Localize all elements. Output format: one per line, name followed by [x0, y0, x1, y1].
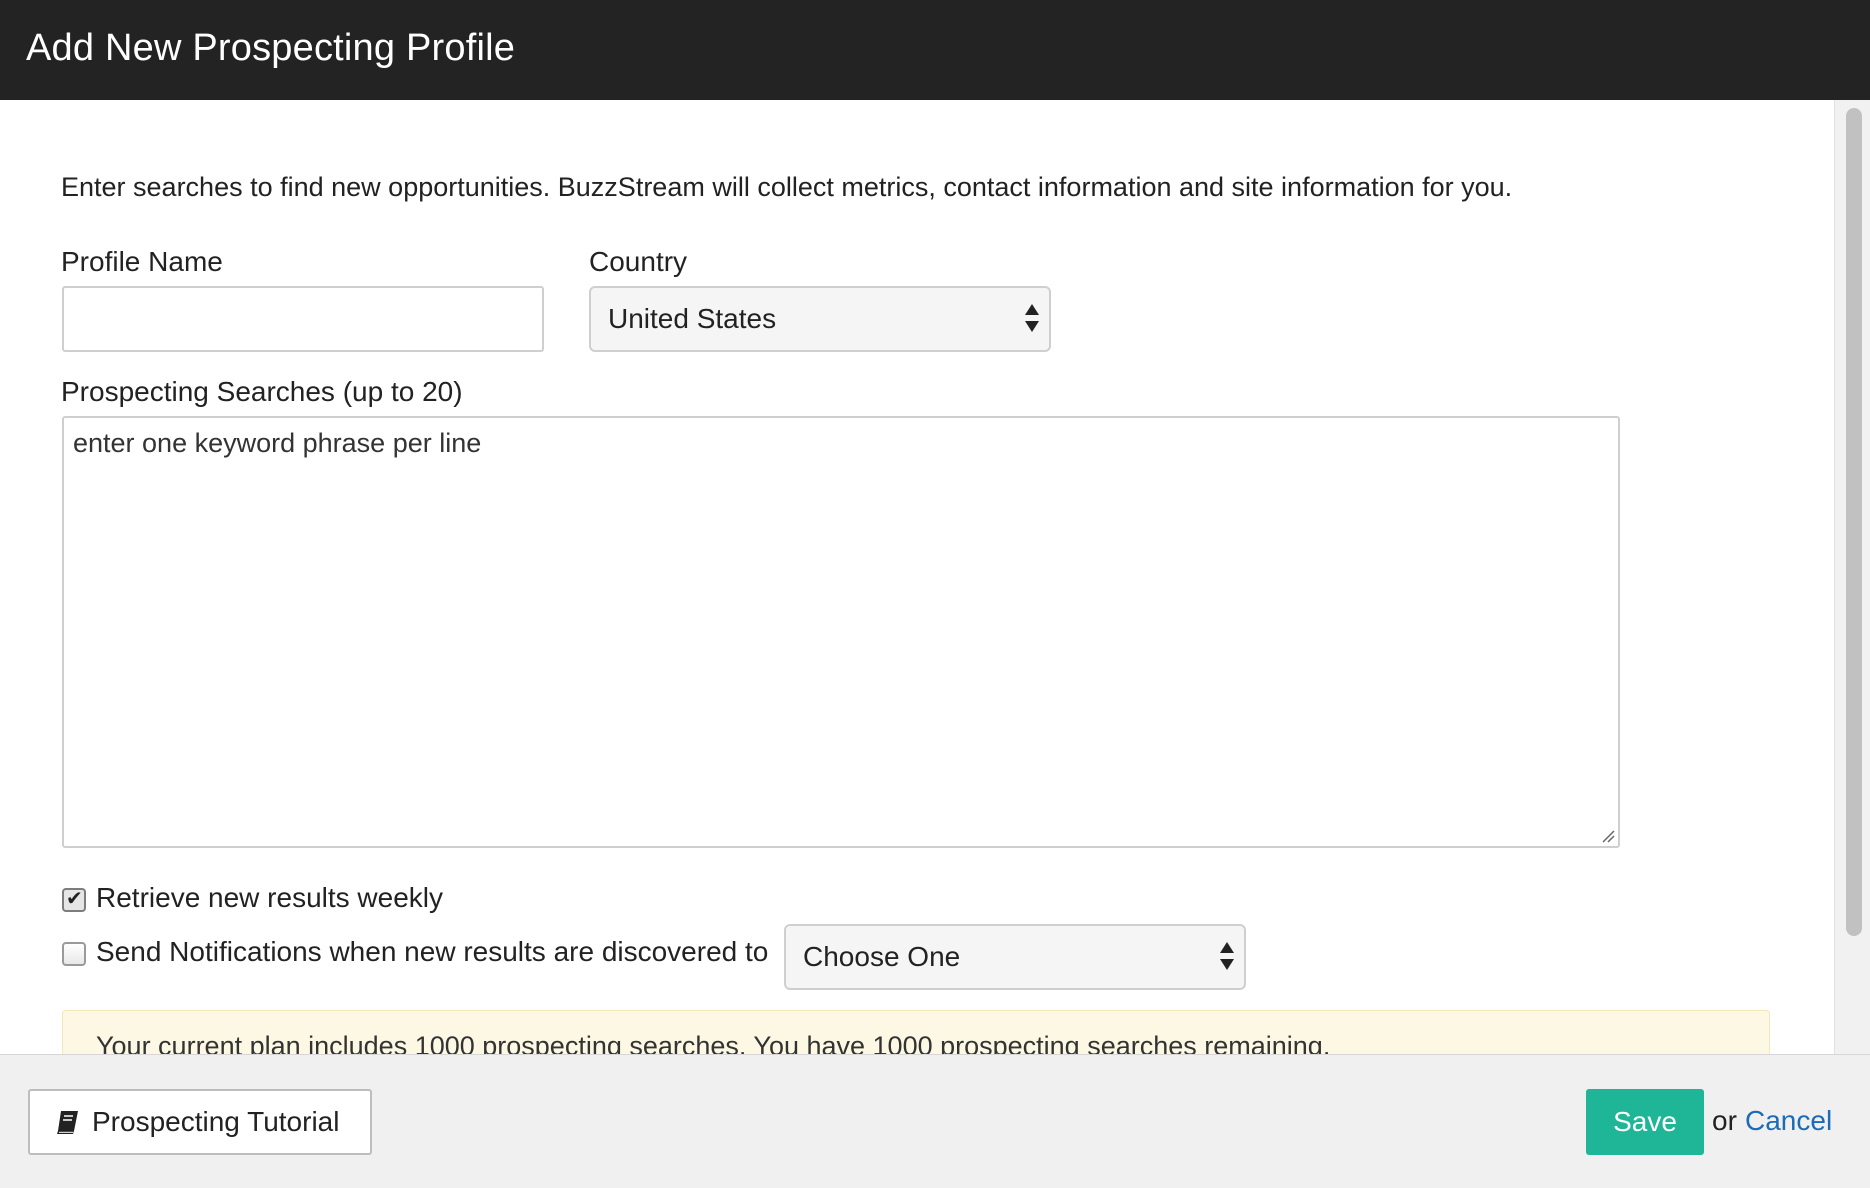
book-icon: [57, 1111, 78, 1134]
modal-body: Enter searches to find new opportunities…: [0, 100, 1834, 1054]
searches-textarea[interactable]: enter one keyword phrase per line: [62, 416, 1620, 848]
weekly-checkbox[interactable]: ✔: [62, 888, 86, 912]
cancel-link[interactable]: Cancel: [1745, 1089, 1832, 1153]
plan-notice-text: Your current plan includes 1000 prospect…: [96, 1031, 1331, 1054]
modal-title: Add New Prospecting Profile: [26, 27, 516, 69]
save-button[interactable]: Save: [1586, 1089, 1704, 1155]
country-label: Country: [589, 246, 688, 277]
searches-label: Prospecting Searches (up to 20): [61, 376, 463, 407]
notifications-label: Send Notifications when new results are …: [96, 936, 769, 967]
prospecting-tutorial-button[interactable]: Prospecting Tutorial: [28, 1089, 372, 1155]
modal-footer: Prospecting Tutorial Save or Cancel: [0, 1054, 1870, 1188]
resize-grip-icon[interactable]: [1599, 827, 1615, 843]
checkmark-icon: ✔: [66, 888, 83, 910]
weekly-label: Retrieve new results weekly: [96, 882, 444, 913]
country-select-value: United States: [608, 303, 777, 334]
plan-notice: Your current plan includes 1000 prospect…: [62, 1010, 1770, 1054]
profile-name-input[interactable]: [62, 286, 544, 352]
scrollbar-thumb[interactable]: [1846, 108, 1862, 936]
notification-select-value: Choose One: [803, 941, 961, 972]
notifications-checkbox[interactable]: [62, 942, 86, 966]
or-text: or: [1712, 1105, 1737, 1136]
select-arrows-icon: [1220, 940, 1234, 974]
modal-header: Add New Prospecting Profile: [0, 0, 1870, 100]
tutorial-label: Prospecting Tutorial: [92, 1106, 340, 1137]
notification-recipient-select[interactable]: Choose One: [784, 924, 1246, 990]
select-arrows-icon: [1025, 302, 1039, 336]
searches-placeholder: enter one keyword phrase per line: [73, 428, 482, 458]
country-select[interactable]: United States: [589, 286, 1051, 352]
scrollbar[interactable]: [1834, 100, 1870, 1054]
profile-name-label: Profile Name: [61, 246, 223, 277]
intro-text: Enter searches to find new opportunities…: [61, 172, 1513, 202]
